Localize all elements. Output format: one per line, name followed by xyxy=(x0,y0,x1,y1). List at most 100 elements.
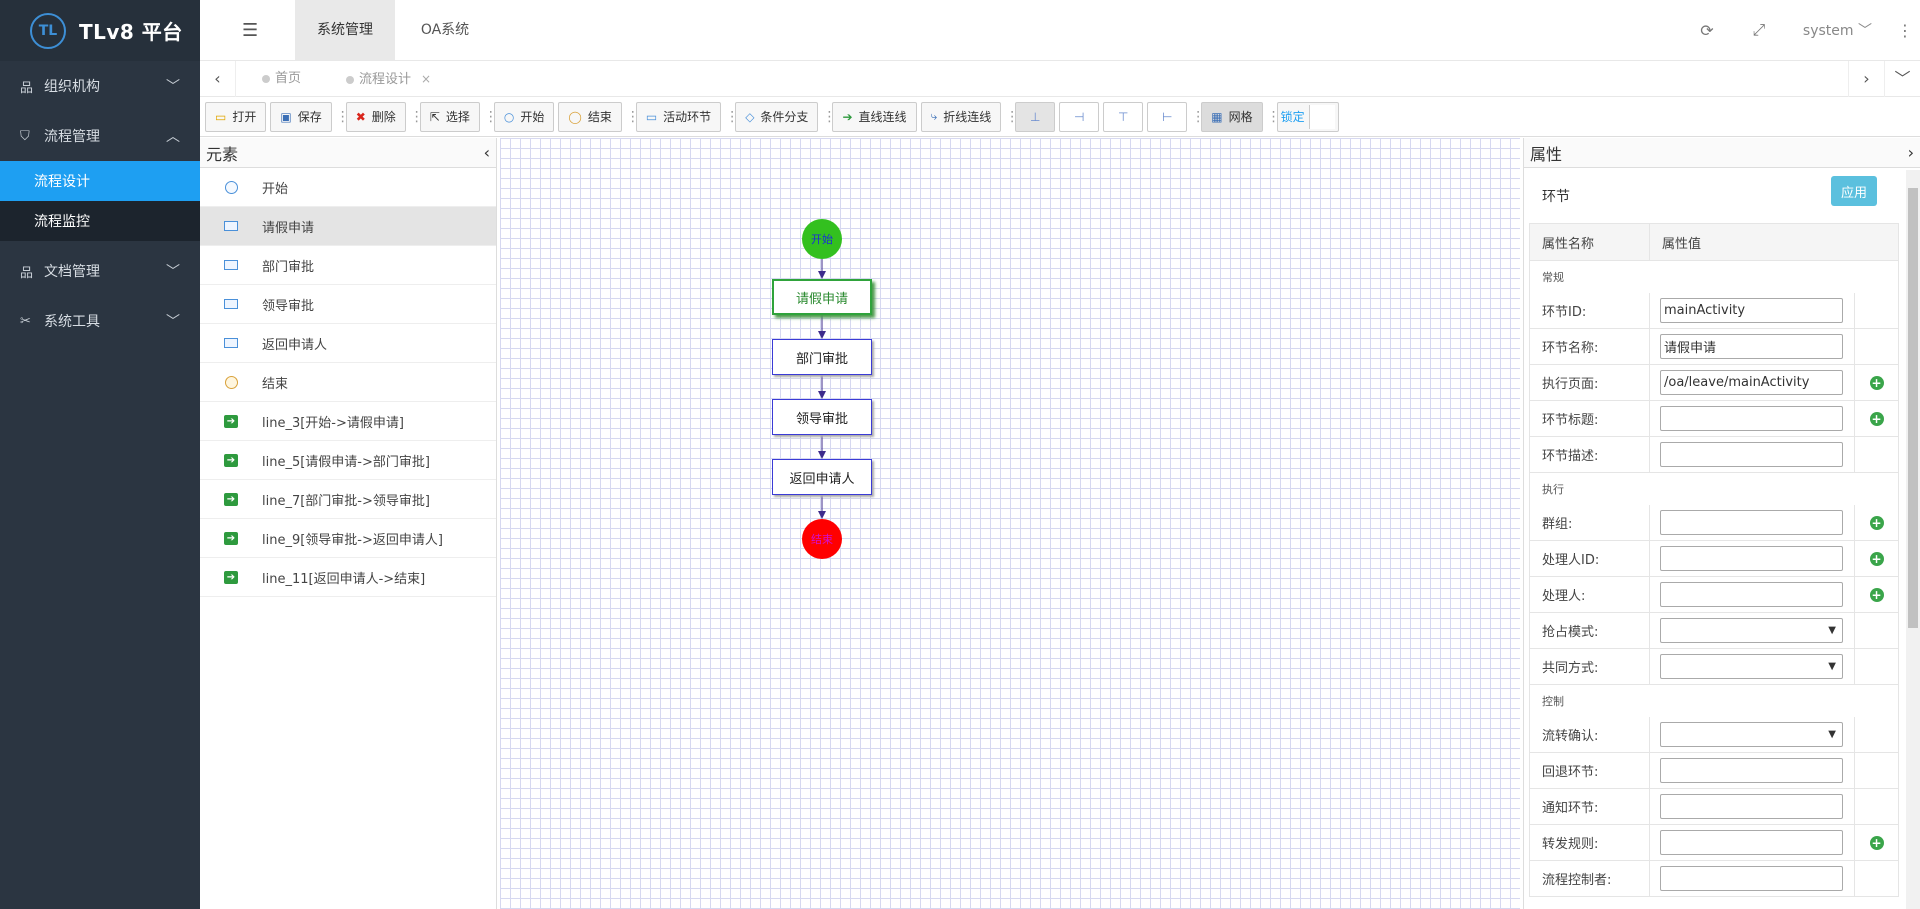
circle-icon: ○ xyxy=(503,109,515,124)
line-arrow-icon: ➔ xyxy=(200,570,262,584)
end-node-button[interactable]: ◯ 结束 xyxy=(558,101,622,132)
property-textarea[interactable] xyxy=(1660,442,1843,467)
shield-icon: ⛉ xyxy=(20,128,30,144)
property-input[interactable] xyxy=(1660,866,1843,891)
page-tab-flow-design[interactable]: 流程设计 × xyxy=(346,61,431,97)
page-tab-home[interactable]: 首页 xyxy=(262,61,301,97)
element-list-item[interactable]: ➔ line_5[请假申请->部门审批] xyxy=(200,441,496,480)
polyline-button[interactable]: ⤷ 折线连线 xyxy=(920,101,1002,132)
end-node[interactable]: 结束 xyxy=(802,519,842,559)
property-label: 环节名称: xyxy=(1530,329,1650,364)
tabs-dropdown-icon[interactable]: ﹀ xyxy=(1884,61,1920,97)
align-up-icon: ⊤ xyxy=(1118,109,1129,124)
align-up-button[interactable]: ⊤ xyxy=(1103,101,1144,132)
tabs-next-icon[interactable]: › xyxy=(1848,61,1884,97)
element-list-item[interactable]: 开始 xyxy=(200,168,496,207)
collapse-left-icon[interactable]: ‹ xyxy=(484,143,490,162)
more-vertical-icon[interactable]: ⋮ xyxy=(1890,21,1920,40)
properties-table-header: 属性名称 属性值 xyxy=(1529,223,1899,261)
chevron-down-icon: ﹀ xyxy=(166,79,180,95)
start-node[interactable]: 开始 xyxy=(802,219,842,259)
element-list-item[interactable]: 返回申请人 xyxy=(200,324,496,363)
add-icon[interactable]: + xyxy=(1869,411,1884,426)
element-list-item[interactable]: 结束 xyxy=(200,363,496,402)
design-canvas[interactable]: 开始 请假申请 部门审批 领导审批 返回申请人 结束 xyxy=(500,138,1520,909)
property-input[interactable] xyxy=(1660,830,1843,855)
add-icon[interactable]: + xyxy=(1869,515,1884,530)
activity-button[interactable]: ▭ 活动环节 xyxy=(635,101,722,132)
select-button[interactable]: ⇱ 选择 xyxy=(419,101,480,132)
sidebar-item-org[interactable]: 品 组织机构 ﹀ xyxy=(0,61,200,111)
property-input[interactable] xyxy=(1660,334,1843,359)
activity-node[interactable]: 部门审批 xyxy=(772,339,872,375)
property-value-cell: ▼ xyxy=(1650,717,1855,752)
sidebar-item-tools[interactable]: ✂ 系统工具 ﹀ xyxy=(0,296,200,346)
open-button[interactable]: ▭ 打开 xyxy=(205,101,267,132)
delete-button[interactable]: ✖ 删除 xyxy=(345,101,406,132)
property-input[interactable] xyxy=(1660,370,1843,395)
property-row: 流转确认: ▼ xyxy=(1529,717,1899,753)
close-icon[interactable]: × xyxy=(421,72,431,86)
properties-scrollbar[interactable] xyxy=(1906,170,1920,909)
collapse-right-icon[interactable]: › xyxy=(1908,143,1914,162)
element-list-item[interactable]: ➔ line_9[领导审批->返回申请人] xyxy=(200,519,496,558)
property-input[interactable] xyxy=(1660,794,1843,819)
property-row: 环节描述: xyxy=(1529,437,1899,473)
align-right-button[interactable]: ⊣ xyxy=(1059,101,1100,132)
activity-node[interactable]: 请假申请 xyxy=(772,279,872,315)
element-list-item[interactable]: 部门审批 xyxy=(200,246,496,285)
add-icon[interactable]: + xyxy=(1869,551,1884,566)
start-node-button[interactable]: ○ 开始 xyxy=(493,101,555,132)
sidebar-subitem-flow-design[interactable]: 流程设计 xyxy=(0,161,200,201)
designer-toolbar: ▭ 打开 ▣ 保存 ⋮ ✖ 删除 ⋮ ⇱ 选择 ⋮ ○ 开始 ◯ 结束 ⋮ ▭ 活动环节 ⋮ … xyxy=(200,97,1920,137)
property-value-cell xyxy=(1650,293,1855,328)
add-icon[interactable]: + xyxy=(1869,835,1884,850)
align-down-button[interactable]: ⊥ xyxy=(1015,101,1056,132)
menu-toggle-icon[interactable]: ☰ xyxy=(242,20,258,41)
sidebar-item-docs[interactable]: 品 文档管理 ﹀ xyxy=(0,246,200,296)
element-list-item[interactable]: ➔ line_11[返回申请人->结束] xyxy=(200,558,496,597)
scrollbar-thumb[interactable] xyxy=(1908,188,1918,628)
property-input[interactable] xyxy=(1660,298,1843,323)
grid-toggle-button[interactable]: ▦ 网格 xyxy=(1201,101,1263,132)
user-menu[interactable]: system ﹀ xyxy=(1785,20,1890,40)
align-left-button[interactable]: ⊢ xyxy=(1147,101,1188,132)
tab-oa-system[interactable]: OA系统 xyxy=(395,0,495,60)
activity-node[interactable]: 返回申请人 xyxy=(772,459,872,495)
tools-icon: ✂ xyxy=(20,313,31,329)
save-button[interactable]: ▣ 保存 xyxy=(270,101,332,132)
property-input[interactable] xyxy=(1660,510,1843,535)
lock-toggle[interactable]: 锁定 xyxy=(1276,101,1339,132)
activity-node[interactable]: 领导审批 xyxy=(772,399,872,435)
property-input[interactable] xyxy=(1660,406,1843,431)
property-select[interactable]: ▼ xyxy=(1660,722,1843,747)
element-list-item[interactable]: ➔ line_3[开始->请假申请] xyxy=(200,402,496,441)
property-input[interactable] xyxy=(1660,582,1843,607)
align-right-icon: ⊣ xyxy=(1074,109,1085,124)
property-select[interactable]: ▼ xyxy=(1660,618,1843,643)
tabs-prev-icon[interactable]: ‹ xyxy=(200,61,236,97)
tab-dot xyxy=(262,74,270,83)
properties-panel-title: 属性 xyxy=(1530,144,1563,164)
fullscreen-icon[interactable]: ⤢ xyxy=(1733,20,1785,40)
apply-button[interactable]: 应用 xyxy=(1831,176,1877,206)
straight-line-button[interactable]: ➔ 直线连线 xyxy=(832,101,917,132)
element-list-item[interactable]: 领导审批 xyxy=(200,285,496,324)
element-label: line_9[领导审批->返回申请人] xyxy=(262,532,443,548)
sidebar-subitem-flow-monitor[interactable]: 流程监控 xyxy=(0,201,200,241)
tab-system-management[interactable]: 系统管理 xyxy=(295,0,395,60)
condition-button[interactable]: ◇ 条件分支 xyxy=(735,101,819,132)
add-icon[interactable]: + xyxy=(1869,587,1884,602)
element-list-item[interactable]: ➔ line_7[部门审批->领导审批] xyxy=(200,480,496,519)
property-select[interactable]: ▼ xyxy=(1660,654,1843,679)
sidebar-item-flow[interactable]: ⛉ 流程管理 ︿ xyxy=(0,111,200,161)
property-input[interactable] xyxy=(1660,546,1843,571)
refresh-icon[interactable]: ⟳ xyxy=(1681,21,1733,40)
element-list-item[interactable]: 请假申请 xyxy=(200,207,496,246)
property-input[interactable] xyxy=(1660,758,1843,783)
polyline-icon: ⤷ xyxy=(930,109,938,123)
property-label: 转发规则: xyxy=(1530,825,1650,860)
top-header: ☰ 系统管理 OA系统 ⟳ ⤢ system ﹀ ⋮ xyxy=(200,0,1920,61)
add-icon[interactable]: + xyxy=(1869,375,1884,390)
sidebar-item-label: 系统工具 xyxy=(44,314,100,330)
